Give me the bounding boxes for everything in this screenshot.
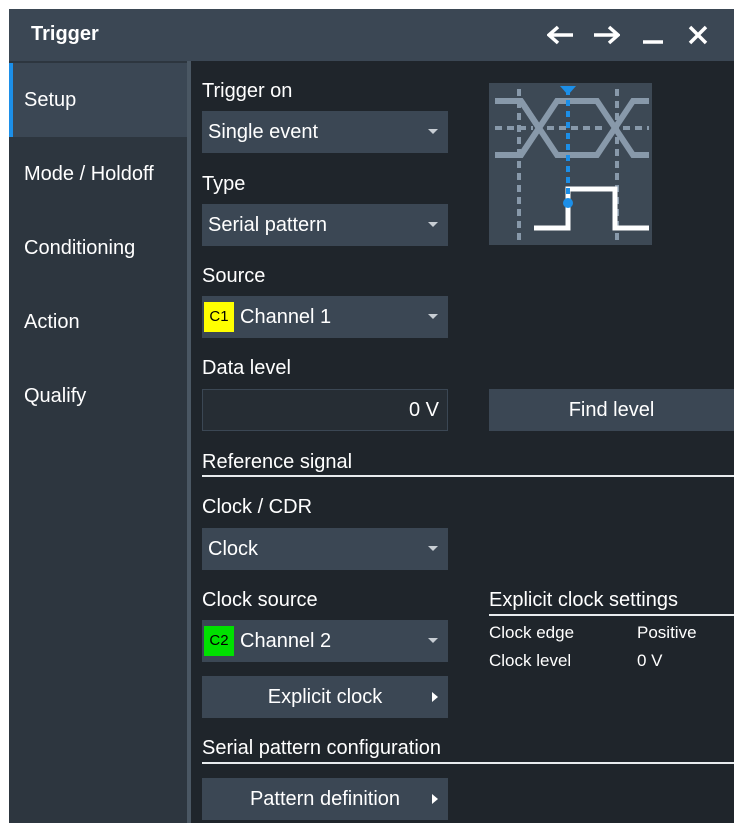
chevron-down-icon xyxy=(428,222,438,227)
trigger-on-value: Single event xyxy=(208,120,319,143)
pattern-definition-label: Pattern definition xyxy=(249,787,401,810)
source-value: Channel 1 xyxy=(240,305,332,328)
pattern-definition-button[interactable]: Pattern definition xyxy=(202,778,448,820)
chevron-down-icon xyxy=(428,129,438,134)
clock-source-value: Channel 2 xyxy=(240,629,332,652)
data-level-label: Data level xyxy=(202,357,291,379)
chevron-down-icon xyxy=(428,546,438,551)
sidebar-item-label: Conditioning xyxy=(24,236,136,259)
sidebar-item-label: Qualify xyxy=(24,384,87,407)
close-icon[interactable] xyxy=(681,19,715,51)
trigger-on-dropdown[interactable]: Single event xyxy=(202,111,448,153)
channel-chip: C1 xyxy=(204,302,234,332)
reference-signal-heading: Reference signal xyxy=(202,451,353,473)
clock-cdr-dropdown[interactable]: Clock xyxy=(202,528,448,570)
trigger-on-label: Trigger on xyxy=(202,80,293,102)
sidebar-item-action[interactable]: Action xyxy=(9,285,187,359)
sidebar-item-conditioning[interactable]: Conditioning xyxy=(9,211,187,285)
sidebar-item-label: Action xyxy=(24,310,80,333)
sidebar-item-qualify[interactable]: Qualify xyxy=(9,359,187,433)
section-divider xyxy=(202,762,734,764)
find-level-label: Find level xyxy=(568,398,655,421)
arrow-right-icon[interactable] xyxy=(589,19,623,51)
sidebar-item-setup[interactable]: Setup xyxy=(9,63,187,137)
type-label: Type xyxy=(202,173,246,195)
explicit-clock-label: Explicit clock xyxy=(267,685,383,708)
sidebar-item-mode-holdoff[interactable]: Mode / Holdoff xyxy=(9,137,187,211)
chevron-right-icon xyxy=(432,692,438,702)
sidebar-divider xyxy=(187,61,191,823)
clock-cdr-label: Clock / CDR xyxy=(202,496,313,518)
chevron-down-icon xyxy=(428,314,438,319)
trigger-dialog: Trigger Setup Mode / Holdoff Conditionin… xyxy=(9,9,734,823)
chevron-down-icon xyxy=(428,638,438,643)
explicit-clock-heading: Explicit clock settings xyxy=(489,589,678,611)
sidebar-item-label: Mode / Holdoff xyxy=(24,162,154,185)
explicit-clock-button[interactable]: Explicit clock xyxy=(202,676,448,718)
clock-edge-value: Positive xyxy=(637,623,697,642)
type-dropdown[interactable]: Serial pattern xyxy=(202,204,448,246)
dialog-title: Trigger xyxy=(31,23,99,45)
clock-source-label: Clock source xyxy=(202,589,318,611)
data-level-value: 0 V xyxy=(408,398,439,421)
data-level-input[interactable]: 0 V xyxy=(202,389,448,431)
channel-chip: C2 xyxy=(204,626,234,656)
sidebar-item-label: Setup xyxy=(24,88,77,111)
serial-pattern-diagram xyxy=(489,83,652,245)
sidebar: Setup Mode / Holdoff Conditioning Action… xyxy=(9,61,187,823)
type-value: Serial pattern xyxy=(208,213,327,236)
clock-cdr-value: Clock xyxy=(208,537,259,560)
minimize-icon[interactable] xyxy=(636,19,670,51)
source-label: Source xyxy=(202,265,266,287)
section-divider xyxy=(489,614,734,616)
arrow-left-icon[interactable] xyxy=(544,19,578,51)
clock-source-dropdown[interactable]: C2 Channel 2 xyxy=(202,620,448,662)
clock-level-label: Clock level xyxy=(489,651,572,670)
find-level-button[interactable]: Find level xyxy=(489,389,734,431)
clock-level-value: 0 V xyxy=(637,651,663,670)
section-divider xyxy=(202,475,734,477)
serial-pattern-heading: Serial pattern configuration xyxy=(202,737,442,759)
clock-edge-label: Clock edge xyxy=(489,623,575,642)
title-bar: Trigger xyxy=(9,9,734,61)
source-dropdown[interactable]: C1 Channel 1 xyxy=(202,296,448,338)
chevron-right-icon xyxy=(432,794,438,804)
